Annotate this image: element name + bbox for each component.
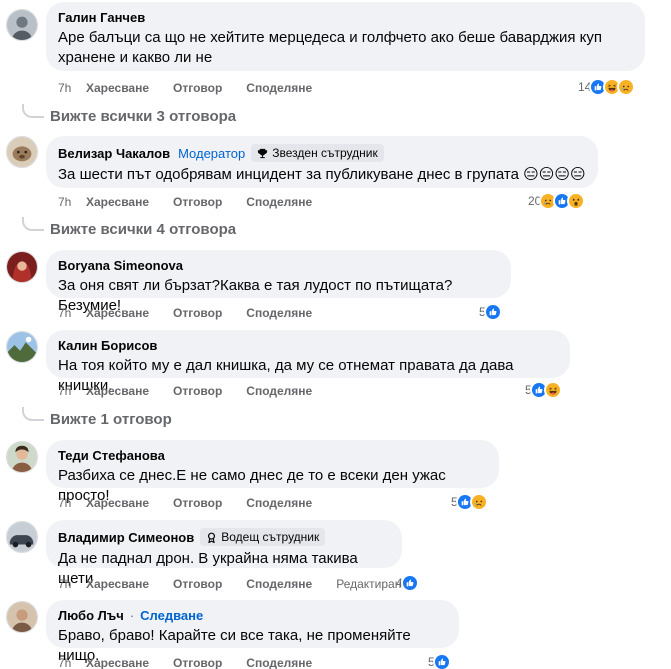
separator-dot: · xyxy=(129,608,135,623)
timestamp[interactable]: 7h xyxy=(58,306,86,320)
view-replies-label[interactable]: Вижте всички 3 отговора xyxy=(50,108,236,125)
avatar[interactable] xyxy=(6,9,38,41)
reply-button[interactable]: Отговор xyxy=(173,577,222,591)
reply-thread-line xyxy=(22,407,44,421)
comment-bubble: Boryana Simeonova За оня свят ли бързат?… xyxy=(46,250,511,314)
haha-reaction-icon xyxy=(543,381,562,399)
author-name[interactable]: Boryana Simeonova xyxy=(58,258,183,273)
timestamp[interactable]: 7h xyxy=(58,577,86,591)
like-reaction-icon xyxy=(400,574,419,592)
reply-button[interactable]: Отговор xyxy=(173,384,222,398)
comment-bubble: Галин Ганчев Аре балъци са що не хейтите… xyxy=(46,2,645,71)
reply-button[interactable]: Отговор xyxy=(173,656,222,669)
reply-button[interactable]: Отговор xyxy=(173,195,222,209)
share-button[interactable]: Споделяне xyxy=(246,306,312,320)
reactions-summary[interactable]: 5 xyxy=(428,653,451,669)
share-button[interactable]: Споделяне xyxy=(246,384,312,398)
share-button[interactable]: Споделяне xyxy=(246,496,312,510)
reactions-summary[interactable]: 5 xyxy=(525,381,562,399)
view-replies-label[interactable]: Вижте всички 4 отговора xyxy=(50,221,236,238)
comment-bubble: Теди Стефанова Разбиха се днес.Е не само… xyxy=(46,440,499,504)
sad-reaction-icon xyxy=(469,493,488,511)
comment-actions: 7h Харесване Отговор Споделяне xyxy=(58,656,336,669)
wow-reaction-icon xyxy=(567,192,586,210)
ribbon-icon xyxy=(208,532,216,543)
author-name[interactable]: Велизар Чакалов xyxy=(58,146,170,161)
view-replies-label[interactable]: Вижте 1 отговор xyxy=(50,411,172,428)
like-button[interactable]: Харесване xyxy=(86,81,149,95)
like-button[interactable]: Харесване xyxy=(86,496,149,510)
reply-button[interactable]: Отговор xyxy=(173,306,222,320)
avatar[interactable] xyxy=(6,441,38,473)
author-name[interactable]: Любо Лъч xyxy=(58,608,124,623)
avatar[interactable] xyxy=(6,601,38,633)
view-replies-link[interactable]: Вижте 1 отговор xyxy=(22,407,172,428)
comment-actions: 7h Харесване Отговор Споделяне xyxy=(58,306,336,320)
share-button[interactable]: Споделяне xyxy=(246,577,312,591)
reactions-summary[interactable]: 4 xyxy=(396,574,419,592)
moderator-label: Модератор xyxy=(178,145,246,161)
badge-label: Звезден сътрудник xyxy=(272,146,378,160)
timestamp[interactable]: 7h xyxy=(58,195,86,209)
reply-thread-line xyxy=(22,217,44,231)
contributor-badge[interactable]: Водещ сътрудник xyxy=(200,528,326,546)
like-button[interactable]: Харесване xyxy=(86,384,149,398)
author-name[interactable]: Калин Борисов xyxy=(58,338,157,353)
reactions-summary[interactable]: 14 xyxy=(578,78,636,96)
reply-thread-line xyxy=(22,104,44,118)
comment-actions: 7h Харесване Отговор Споделяне xyxy=(58,384,336,398)
reactions-summary[interactable]: 5 xyxy=(451,493,488,511)
reply-button[interactable]: Отговор xyxy=(173,496,222,510)
share-button[interactable]: Споделяне xyxy=(246,81,312,95)
timestamp[interactable]: 7h xyxy=(58,496,86,510)
like-reaction-icon xyxy=(432,653,451,669)
contributor-badge[interactable]: Звезден сътрудник xyxy=(251,144,384,162)
avatar[interactable] xyxy=(6,136,38,168)
sad-reaction-icon xyxy=(617,78,636,96)
view-replies-link[interactable]: Вижте всички 4 отговора xyxy=(22,217,236,238)
comment-bubble: Владимир Симеонов Водещ сътрудник Да не … xyxy=(46,520,402,587)
comment-actions: 7h Харесване Отговор Споделяне xyxy=(58,496,336,510)
share-button[interactable]: Споделяне xyxy=(246,195,312,209)
like-button[interactable]: Харесване xyxy=(86,306,149,320)
follow-button[interactable]: Следване xyxy=(140,608,203,623)
timestamp[interactable]: 7h xyxy=(58,384,86,398)
comment-bubble: Велизар Чакалов Модератор Звезден сътруд… xyxy=(46,136,598,188)
comment-bubble: Любо Лъч · Следване Браво, браво! Карайт… xyxy=(46,600,459,664)
author-name[interactable]: Галин Ганчев xyxy=(58,10,145,25)
comment-actions: 7h Харесване Отговор Споделяне xyxy=(58,81,336,95)
like-reaction-icon xyxy=(483,303,502,321)
comment-bubble: Калин Борисов На тоя който му е дал книш… xyxy=(46,330,570,394)
avatar[interactable] xyxy=(6,251,38,283)
share-button[interactable]: Споделяне xyxy=(246,656,312,669)
comment-text: За шести път одобрявам инцидент за публи… xyxy=(58,166,586,183)
avatar[interactable] xyxy=(6,521,38,553)
avatar[interactable] xyxy=(6,331,38,363)
like-button[interactable]: Харесване xyxy=(86,656,149,669)
view-replies-link[interactable]: Вижте всички 3 отговора xyxy=(22,104,236,125)
comment-actions: 7h Харесване Отговор Споделяне xyxy=(58,195,336,209)
like-button[interactable]: Харесване xyxy=(86,195,149,209)
comment-text: Аре балъци са що не хейтите мерцедеса и … xyxy=(58,29,603,66)
reactions-summary[interactable]: 5 xyxy=(479,303,502,321)
author-name[interactable]: Владимир Симеонов xyxy=(58,530,194,545)
timestamp[interactable]: 7h xyxy=(58,81,86,95)
trophy-icon xyxy=(258,148,268,158)
badge-label: Водещ сътрудник xyxy=(221,530,320,544)
author-name[interactable]: Теди Стефанова xyxy=(58,448,165,463)
timestamp[interactable]: 7h xyxy=(58,656,86,669)
like-button[interactable]: Харесване xyxy=(86,577,149,591)
reply-button[interactable]: Отговор xyxy=(173,81,222,95)
reactions-summary[interactable]: 20 xyxy=(528,192,586,210)
comment-actions: 7h Харесване Отговор Споделяне Редактира… xyxy=(58,577,408,591)
